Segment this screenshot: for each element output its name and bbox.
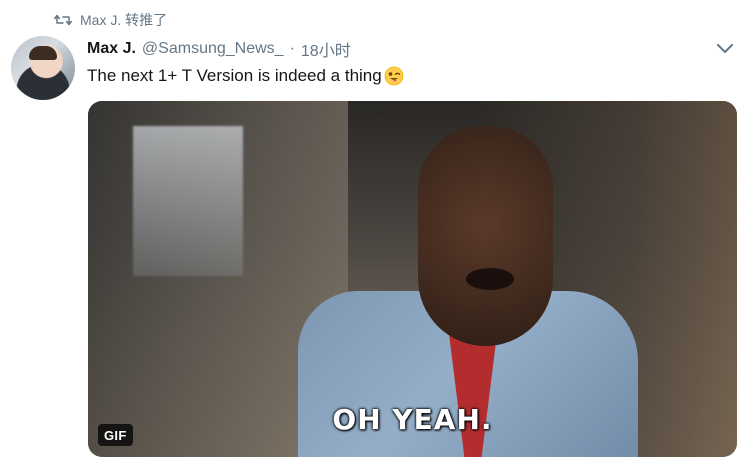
avatar[interactable] (11, 36, 75, 100)
gif-media[interactable]: OH YEAH. GIF (88, 101, 737, 457)
separator-dot: · (289, 40, 295, 57)
retweet-context: Max J. 转推了 (54, 11, 167, 29)
retweet-icon (54, 14, 72, 26)
chevron-down-icon (717, 44, 733, 53)
user-handle[interactable]: @Samsung_News_ (142, 40, 284, 58)
display-name[interactable]: Max J. (87, 40, 136, 58)
face (418, 126, 553, 346)
retweet-label[interactable]: Max J. 转推了 (80, 10, 167, 30)
mouth (466, 268, 514, 290)
tweet-body: The next 1+ T Version is indeed a thing (87, 65, 404, 87)
tweet-header: Max J. @Samsung_News_ · 18小时 (87, 38, 351, 60)
timestamp[interactable]: 18小时 (301, 37, 351, 61)
gif-badge: GIF (98, 424, 133, 446)
gif-caption: OH YEAH. (332, 403, 493, 436)
tweet-text: The next 1+ T Version is indeed a thing (87, 66, 382, 85)
window-light (133, 126, 243, 276)
winking-face-with-tongue-icon (384, 66, 404, 86)
more-options-button[interactable] (714, 38, 736, 60)
